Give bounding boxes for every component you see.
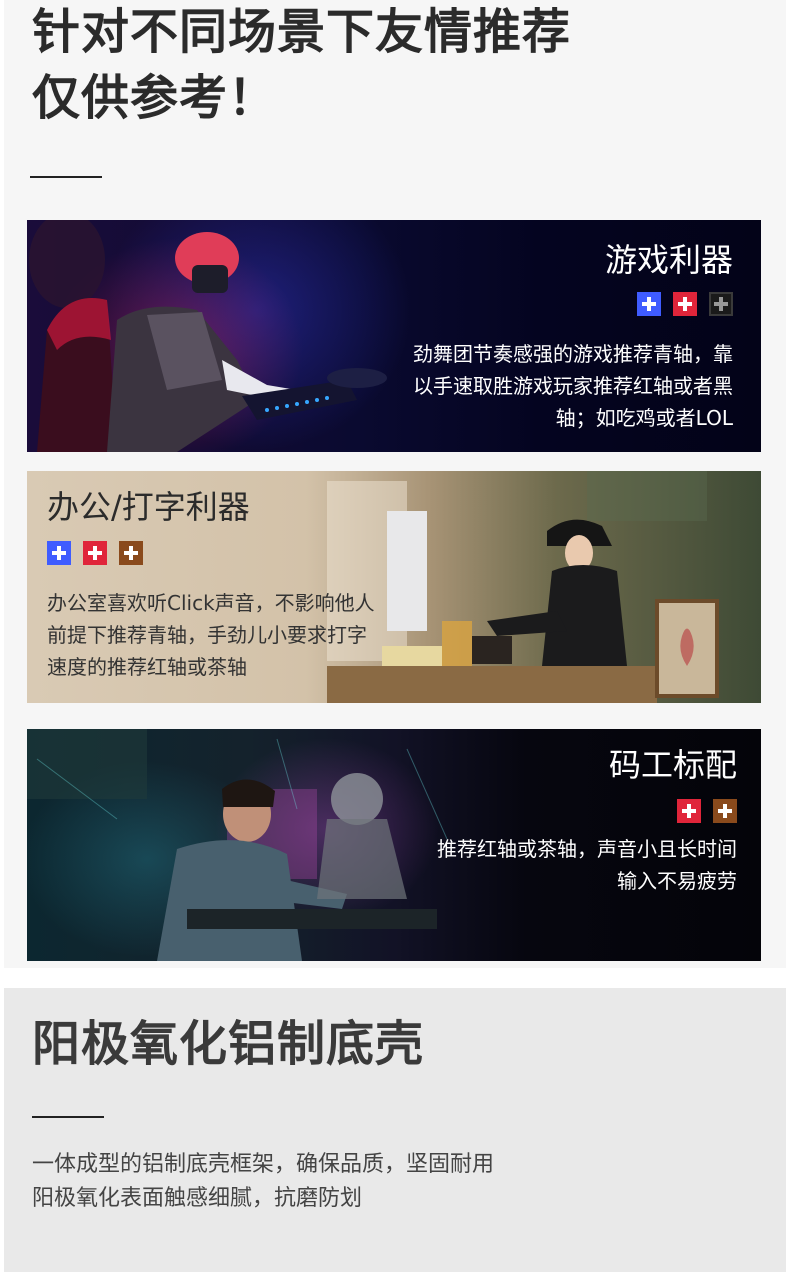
aluminum-case-title: 阳极氧化铝制底壳 — [32, 1016, 425, 1072]
aluminum-case-divider — [32, 1116, 104, 1118]
description-line: 阳极氧化表面触感细腻，抗磨防划 — [32, 1186, 363, 1211]
gaming-card: 游戏利器 劲舞团节奏感强的游戏推荐青轴，靠 以手速取胜游戏玩家推荐红轴或者黑 轴… — [27, 220, 761, 452]
blue-switch-icon — [47, 541, 71, 565]
section-heading-line2: 仅供参考！ — [32, 70, 278, 126]
aluminum-case-description: 一体成型的铝制底壳框架，确保品质，坚固耐用 阳极氧化表面触感细腻，抗磨防划 — [32, 1148, 494, 1216]
description-line: 以手速取胜游戏玩家推荐红轴或者黑 — [413, 374, 733, 398]
heading-divider — [30, 176, 102, 178]
office-switch-icons — [47, 541, 143, 565]
description-line: 办公室喜欢听Click声音，不影响他人 — [47, 591, 375, 615]
brown-switch-icon — [713, 799, 737, 823]
brown-switch-icon — [119, 541, 143, 565]
description-line: 劲舞团节奏感强的游戏推荐青轴，靠 — [413, 342, 733, 366]
gaming-switch-icons — [637, 292, 733, 316]
red-switch-icon — [677, 799, 701, 823]
office-card-description: 办公室喜欢听Click声音，不影响他人 前提下推荐青轴，手劲儿小要求打字 速度的… — [47, 587, 427, 683]
description-line: 推荐红轴或茶轴，声音小且长时间 — [437, 837, 737, 861]
description-line: 一体成型的铝制底壳框架，确保品质，坚固耐用 — [32, 1152, 495, 1177]
aluminum-case-section: 阳极氧化铝制底壳 一体成型的铝制底壳框架，确保品质，坚固耐用 阳极氧化表面触感细… — [4, 988, 786, 1272]
black-switch-icon — [709, 292, 733, 316]
blue-switch-icon — [637, 292, 661, 316]
gaming-card-title: 游戏利器 — [604, 241, 733, 279]
description-line: 速度的推荐红轴或茶轴 — [47, 655, 247, 679]
description-line: 轴；如吃鸡或者LOL — [555, 406, 733, 430]
section-heading-line1: 针对不同场景下友情推荐 — [32, 4, 572, 60]
description-line: 前提下推荐青轴，手劲儿小要求打字 — [47, 623, 367, 647]
office-card: 办公/打字利器 办公室喜欢听Click声音，不影响他人 前提下推荐青轴，手劲儿小… — [27, 471, 761, 703]
coder-switch-icons — [677, 799, 737, 823]
gaming-card-description: 劲舞团节奏感强的游戏推荐青轴，靠 以手速取胜游戏玩家推荐红轴或者黑 轴；如吃鸡或… — [373, 338, 733, 434]
description-line: 输入不易疲劳 — [617, 869, 737, 893]
coder-card-title: 码工标配 — [608, 746, 737, 784]
red-switch-icon — [83, 541, 107, 565]
coder-card-description: 推荐红轴或茶轴，声音小且长时间 输入不易疲劳 — [377, 833, 737, 897]
office-card-title: 办公/打字利器 — [47, 488, 250, 526]
red-switch-icon — [673, 292, 697, 316]
coder-card: 码工标配 推荐红轴或茶轴，声音小且长时间 输入不易疲劳 — [27, 729, 761, 961]
